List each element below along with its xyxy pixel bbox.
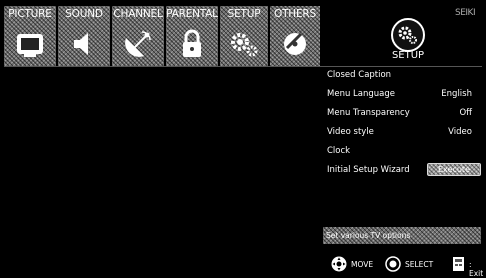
menu-item-video-style[interactable]: Video style Video (323, 123, 486, 142)
tab-others-label: OTHERS (274, 8, 316, 20)
menu-language-label: Menu Language (327, 89, 395, 99)
tab-sound-label: SOUND (65, 8, 103, 20)
tab-setup-label: SETUP (227, 8, 261, 20)
move-hint-label: MOVE (351, 260, 374, 269)
setup-menu: Closed Caption Menu Language English Men… (323, 66, 486, 180)
satellite-dish-icon (120, 26, 156, 62)
tab-channel[interactable]: CHANNEL (112, 6, 164, 66)
select-button-icon (385, 256, 401, 272)
menu-item-initial-setup-wizard[interactable]: Initial Setup Wizard Execute (323, 161, 486, 180)
select-hint-label: SELECT (405, 260, 434, 269)
brand-logo: SEIKI (455, 8, 476, 18)
tab-parental[interactable]: PARENTAL (166, 6, 218, 66)
tab-sound[interactable]: SOUND (58, 6, 110, 66)
tab-picture-label: PICTURE (8, 8, 52, 20)
clock-label: Clock (327, 146, 351, 156)
key-hints: MOVE SELECT : Exit (323, 254, 486, 278)
speaker-icon (66, 26, 102, 62)
section-title: SETUP (391, 50, 425, 61)
video-style-value: Video (448, 127, 472, 137)
tab-parental-label: PARENTAL (166, 8, 218, 20)
lock-icon (174, 26, 210, 62)
tv-icon (12, 26, 48, 62)
exit-button-icon (451, 256, 467, 272)
help-status-bar: Set various TV options (323, 227, 481, 244)
setup-gears-icon (391, 18, 425, 52)
dpad-move-icon (331, 256, 347, 272)
menu-transparency-label: Menu Transparency (327, 108, 410, 118)
menu-tab-bar: PICTURE SOUND CHANNEL PARENTAL SETUP OTH… (4, 6, 320, 66)
menu-language-value: English (441, 89, 472, 99)
menu-item-menu-language[interactable]: Menu Language English (323, 85, 486, 104)
closed-caption-label: Closed Caption (327, 70, 392, 80)
menu-transparency-value: Off (459, 108, 472, 118)
video-style-label: Video style (327, 127, 374, 137)
menu-item-clock[interactable]: Clock (323, 142, 486, 161)
tab-channel-label: CHANNEL (113, 8, 163, 20)
menu-item-menu-transparency[interactable]: Menu Transparency Off (323, 104, 486, 123)
initial-setup-wizard-label: Initial Setup Wizard (327, 165, 410, 175)
tab-others[interactable]: OTHERS (270, 6, 320, 66)
tab-picture[interactable]: PICTURE (4, 6, 56, 66)
execute-button[interactable]: Execute (427, 163, 481, 176)
tab-setup[interactable]: SETUP (220, 6, 268, 66)
active-section-header: SETUP (325, 6, 455, 66)
gears-icon (226, 26, 262, 62)
disc-icon (277, 26, 313, 62)
exit-hint-label: : Exit (469, 260, 484, 278)
menu-item-closed-caption[interactable]: Closed Caption (323, 66, 486, 85)
